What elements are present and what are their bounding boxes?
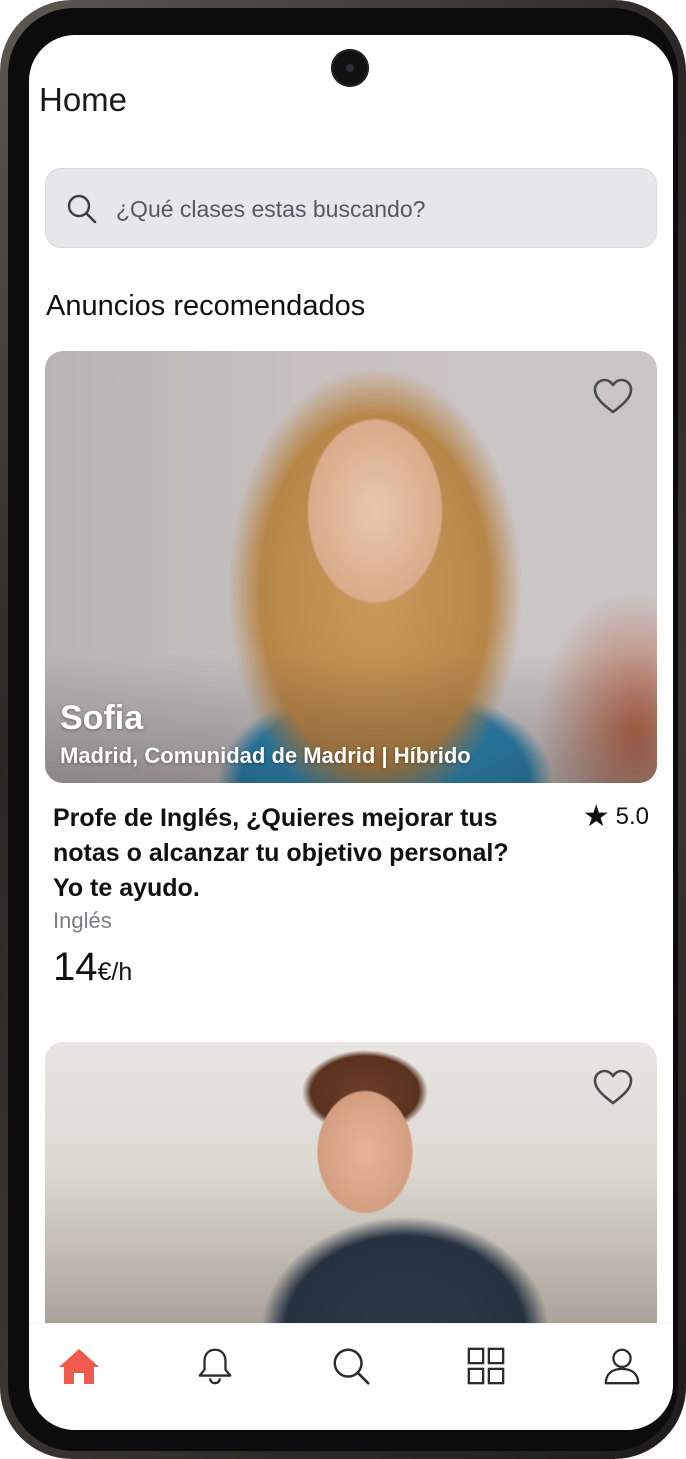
bottom-nav	[29, 1323, 673, 1430]
star-icon: ★	[582, 800, 610, 833]
device-frame: Home Anuncios recomendados	[0, 0, 686, 1459]
heart-outline-icon	[593, 1069, 633, 1105]
page-title: Home	[39, 81, 128, 118]
tutor-photo	[45, 1042, 657, 1362]
app-screen: Home Anuncios recomendados	[29, 35, 673, 1430]
listing-price: 14€/h	[53, 945, 132, 990]
tutor-location: Madrid, Comunidad de Madrid | Híbrido	[60, 743, 471, 768]
device-bezel: Home Anuncios recomendados	[8, 8, 678, 1451]
tutor-name: Sofia	[60, 699, 144, 737]
listing-subject: Inglés	[53, 908, 112, 933]
listing-card[interactable]	[45, 1042, 657, 1362]
rating-value: 5.0	[615, 803, 649, 830]
search-bar[interactable]	[45, 168, 657, 248]
search-input[interactable]	[116, 189, 636, 229]
home-icon	[59, 1349, 99, 1384]
nav-search[interactable]	[327, 1342, 375, 1390]
nav-home[interactable]	[55, 1342, 103, 1390]
search-icon	[67, 194, 97, 224]
listing-card[interactable]: Sofia Madrid, Comunidad de Madrid | Híbr…	[45, 351, 657, 989]
user-icon	[604, 1348, 640, 1385]
bell-icon	[198, 1348, 232, 1385]
tutor-photo: Sofia Madrid, Comunidad de Madrid | Híbr…	[45, 351, 657, 783]
rating: ★ 5.0	[582, 800, 649, 833]
grid-icon	[467, 1347, 505, 1385]
price-unit: €/h	[97, 958, 133, 986]
front-camera	[331, 49, 369, 87]
nav-profile[interactable]	[598, 1342, 646, 1390]
search-icon	[333, 1348, 370, 1385]
nav-notifications[interactable]	[191, 1342, 239, 1390]
price-amount: 14	[53, 945, 98, 989]
favorite-button[interactable]	[591, 1066, 635, 1110]
nav-categories[interactable]	[462, 1342, 510, 1390]
section-title: Anuncios recomendados	[46, 290, 366, 322]
listing-title: Profe de Inglés, ¿Quieres mejorar tus no…	[53, 804, 509, 902]
heart-outline-icon	[593, 378, 633, 414]
favorite-button[interactable]	[591, 375, 635, 419]
